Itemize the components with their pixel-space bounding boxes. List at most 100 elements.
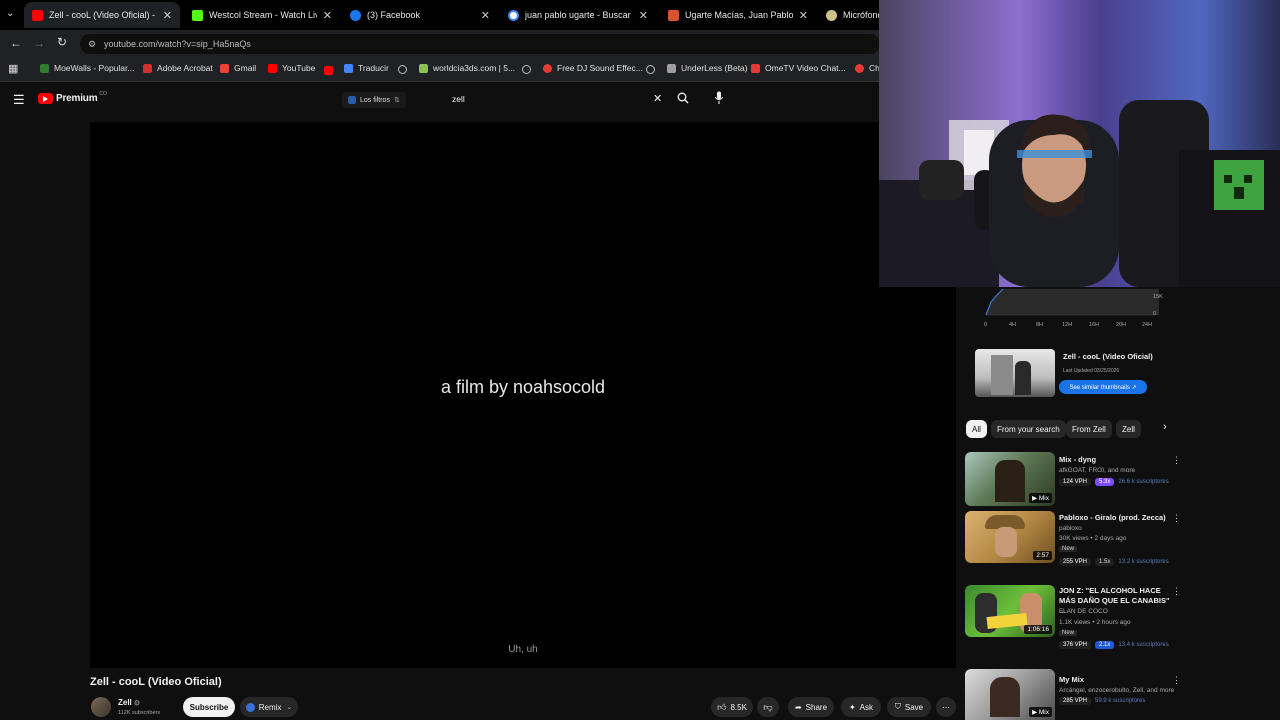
bookmark-icon [419,63,428,73]
bookmark-icon [143,63,152,73]
bookmark-gmail[interactable]: Gmail [220,63,256,73]
graph-y-label: 15K [1153,294,1163,300]
kick-favicon-icon [192,9,203,21]
bookmark-icon: ⛉ [894,702,901,711]
rec-thumbnail[interactable]: 1:06:16 [965,585,1055,637]
tab-google-search[interactable]: juan pablo ugarte - Buscar con ✕ [500,2,656,28]
rec-overlay: ▶ Mix [1029,493,1052,503]
bookmark-freedj[interactable]: Free DJ Sound Effec... [543,63,643,73]
graph-x-label: 12H [1062,322,1073,328]
multiplier-badge: 5.3x [1095,478,1115,486]
apps-grid-icon[interactable]: ▦ [8,62,18,75]
subscriber-count: 112K subscribers [118,710,161,716]
chevron-down-icon: ⌄ [286,704,293,711]
new-badge: New [1059,630,1078,636]
chip-zell[interactable]: Zell [1116,420,1141,438]
dislike-button[interactable]: 👎︎ [757,697,779,717]
rec-thumbnail[interactable]: ▶ Mix [965,669,1055,720]
bookmark-ch[interactable]: Ch [855,63,880,73]
subscribe-button[interactable]: Subscribe [183,697,235,717]
graph-x-label: 20H [1116,322,1127,328]
bookmark-traducir[interactable]: Traducir [344,63,389,73]
globe-bookmark-icon[interactable] [522,65,531,74]
close-tab-icon[interactable]: ✕ [163,9,172,22]
search-input[interactable] [452,89,662,109]
chip-from-zell[interactable]: From Zell [1066,420,1112,438]
chevron-right-icon[interactable]: › [1163,421,1167,433]
bookmark-icon [268,63,277,73]
search-icon[interactable] [677,91,689,104]
youtube-logo[interactable]: Premium CO [38,91,107,104]
rec-views: 30K views • 2 days ago [1059,535,1127,542]
close-tab-icon[interactable]: ✕ [323,9,332,22]
bookmark-label: Traducir [358,63,389,73]
forward-icon[interactable]: → [33,36,45,50]
bookmark-adobe[interactable]: Adobe Acrobat [143,63,213,73]
bookmark-moewalls[interactable]: MoeWalls - Popular... [40,63,134,73]
views-graph: 15K 0 0 4H 8H 12H 16H 20H 24H [979,287,1169,332]
tab-westcol[interactable]: Westcol Stream - Watch Live on ✕ [184,2,340,28]
more-actions-button[interactable]: ⋯ [936,697,956,717]
youtube-favicon-icon [32,9,43,21]
back-icon[interactable]: ← [10,36,22,50]
microphone-icon[interactable] [714,91,724,105]
globe-bookmark-icon[interactable] [398,65,407,74]
close-tab-icon[interactable]: ✕ [639,9,648,22]
views-graph-svg [985,288,1159,316]
tab-zell[interactable]: Zell - cooL (Video Oficial) - You ✕ [24,2,180,28]
thumbnail-card-image[interactable] [975,349,1055,397]
globe-bookmark-icon[interactable] [646,65,655,74]
bookmark-ometv[interactable]: OmeTV Video Chat... [751,63,846,73]
rec-stats: 376 VPH 2.1x 13.4 k suscriptores [1059,641,1169,649]
tab-search-icon[interactable]: ⌄ [6,8,14,19]
bookmark-underless[interactable]: UnderLess (Beta) [667,63,748,73]
sparkle-icon: ✦ [848,702,856,712]
new-badge: New [1059,546,1078,552]
reload-icon[interactable]: ↻ [57,35,67,49]
more-vertical-icon[interactable]: ⋮ [1172,513,1181,524]
close-tab-icon[interactable]: ✕ [481,9,490,22]
rec-thumbnail[interactable]: 2:57 [965,511,1055,563]
save-button[interactable]: ⛉ Save [887,697,931,717]
bookmark-label: Adobe Acrobat [157,63,213,73]
bookmark-youtube[interactable]: YouTube [268,63,315,73]
similar-thumbnails-button[interactable]: See similar thumbnails ↗ [1059,380,1147,394]
channel-name[interactable]: Zell ⊙ [118,698,140,707]
more-vertical-icon[interactable]: ⋮ [1172,586,1181,597]
close-tab-icon[interactable]: ✕ [799,9,808,22]
tab-facebook[interactable]: (3) Facebook ✕ [342,2,498,28]
rec-thumbnail[interactable]: ▶ Mix [965,452,1055,506]
url-field[interactable]: ⚙ youtube.com/watch?v=sip_Ha5naQs [80,34,880,54]
ask-button[interactable]: ✦ Ask [841,697,881,717]
more-vertical-icon[interactable]: ⋮ [1172,675,1181,686]
chip-from-search[interactable]: From your search [991,420,1066,438]
remix-label: Remix [258,702,282,712]
more-vertical-icon[interactable]: ⋮ [1172,455,1181,466]
subscriber-badge: 13.4 k suscriptores [1118,642,1169,648]
rec-title[interactable]: Pabloxo - Giralo (prod. Zecca) [1059,513,1177,523]
remix-button[interactable]: Remix ⌄ [240,697,298,717]
subscribe-label: Subscribe [189,702,229,712]
save-label: Save [904,702,924,712]
tab-ugarte[interactable]: Ugarte Macías, Juan Pablo ✕ [660,2,816,28]
menu-icon[interactable]: ☰ [13,92,25,108]
bookmark-worldcia[interactable]: worldcia3ds.com | 5... [419,63,515,73]
logo-text: Premium [56,93,98,104]
clear-search-icon[interactable]: ✕ [653,92,662,105]
search-area: Los filtros ⇅ ✕ [340,89,724,111]
video-caption: Uh, uh [508,644,538,655]
filters-chip[interactable]: Los filtros ⇅ [342,92,406,108]
video-player[interactable]: a film by noahsocold Uh, uh [90,122,956,668]
chip-all[interactable]: All [966,420,987,438]
youtube-bookmark-icon[interactable] [324,66,333,75]
like-button[interactable]: 👍︎ 8.5K [711,697,753,717]
bookmark-label: Gmail [234,63,257,73]
channel-avatar[interactable] [91,697,111,717]
rec-title[interactable]: My Mix [1059,675,1177,685]
facebook-favicon-icon [350,9,361,21]
rec-channel: Arcángel, enzocerobulto, Zell, and more [1059,687,1175,694]
rec-title[interactable]: Mix - dyng [1059,455,1177,465]
tab-microfono[interactable]: Micrófono [818,2,888,28]
site-info-icon[interactable]: ⚙ [88,34,96,54]
share-button[interactable]: ➦ Share [788,697,834,717]
